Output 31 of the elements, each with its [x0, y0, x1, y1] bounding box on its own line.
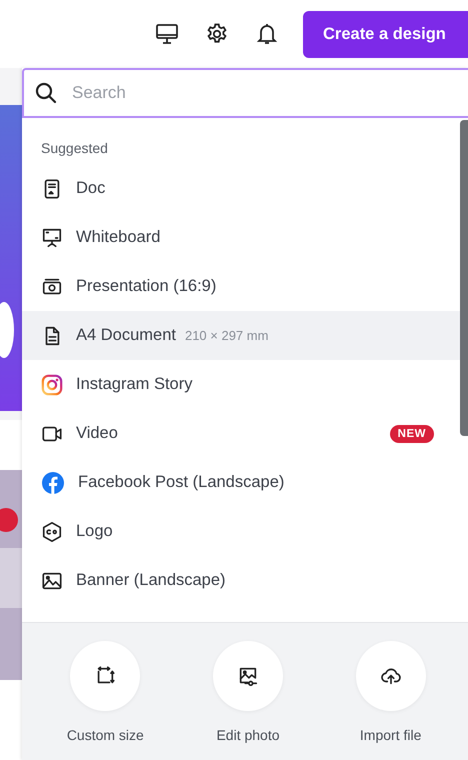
easel-icon: [41, 226, 63, 248]
item-label: Presentation (16:9): [76, 277, 216, 296]
menu-item[interactable]: Video NEW: [22, 409, 460, 458]
menu-item[interactable]: Instagram Story: [22, 360, 460, 409]
menu-item[interactable]: Banner (Landscape): [22, 556, 460, 605]
new-badge: NEW: [390, 424, 434, 442]
search-field[interactable]: Search: [22, 68, 468, 118]
camera-glyph-icon: [41, 374, 63, 396]
menu-item[interactable]: Facebook Post (Landscape): [22, 458, 460, 507]
menu-item[interactable]: A4 Document 210 × 297 mm: [22, 311, 460, 360]
menu-item[interactable]: Logo: [22, 507, 460, 556]
item-label: Whiteboard: [76, 228, 160, 247]
item-label: A4 Document: [76, 326, 176, 345]
action-label: Import file: [360, 727, 422, 743]
create-design-button[interactable]: Create a design: [303, 10, 468, 58]
menu-item[interactable]: Presentation (16:9): [22, 262, 460, 311]
hexagon-icon: [41, 520, 63, 542]
scrollbar[interactable]: [460, 120, 468, 436]
action-label: Custom size: [66, 727, 144, 743]
item-label: Facebook Post (Landscape): [78, 473, 284, 492]
facebook-icon: [41, 470, 65, 494]
item-label: Logo: [76, 522, 113, 541]
action-label: Edit photo: [216, 727, 280, 743]
menu-item[interactable]: Doc: [22, 164, 460, 213]
item-label: Banner (Landscape): [76, 571, 226, 590]
section-title: Suggested: [40, 139, 109, 158]
item-label: Video: [76, 424, 118, 443]
item-label: Doc: [76, 179, 106, 198]
item-label: Instagram Story: [76, 375, 192, 394]
item-dimensions: 210 × 297 mm: [184, 328, 268, 343]
menu-item[interactable]: Whiteboard: [22, 213, 460, 262]
